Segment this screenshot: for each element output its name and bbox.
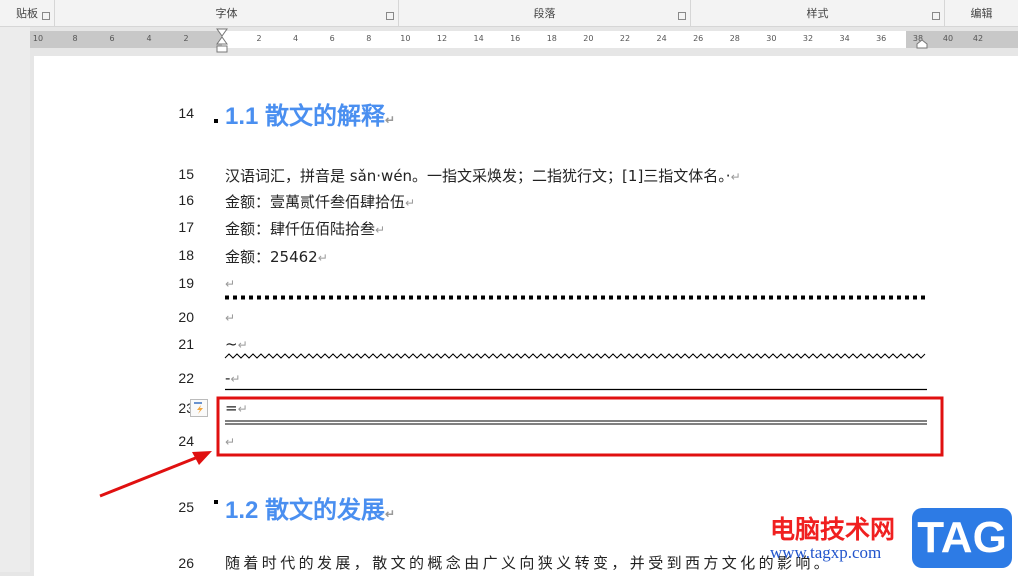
- autocorrect-options-icon[interactable]: [190, 399, 208, 417]
- watermark-url: www.tagxp.com: [770, 543, 882, 562]
- heading-1-2[interactable]: 1.2 散文的发展↵: [225, 490, 395, 525]
- line-number: 25: [178, 499, 194, 515]
- annotation-arrow: [99, 455, 199, 498]
- body-text[interactable]: 随着时代的发展，散文的概念由广义向狭义转变，并受到西方文化的影响。: [225, 552, 832, 573]
- heading-bullet: [214, 500, 218, 504]
- line-number: 26: [178, 555, 194, 571]
- border-lines: [99, 295, 944, 498]
- highlight-box: [216, 396, 944, 457]
- paragraph-mark: ↵: [385, 507, 396, 521]
- watermark-site-name: 电脑技术网: [770, 515, 896, 544]
- wavy-border: [224, 353, 926, 359]
- heading-text: 1.2 散文的发展: [225, 497, 386, 524]
- watermark-logo: TAG: [912, 508, 1012, 568]
